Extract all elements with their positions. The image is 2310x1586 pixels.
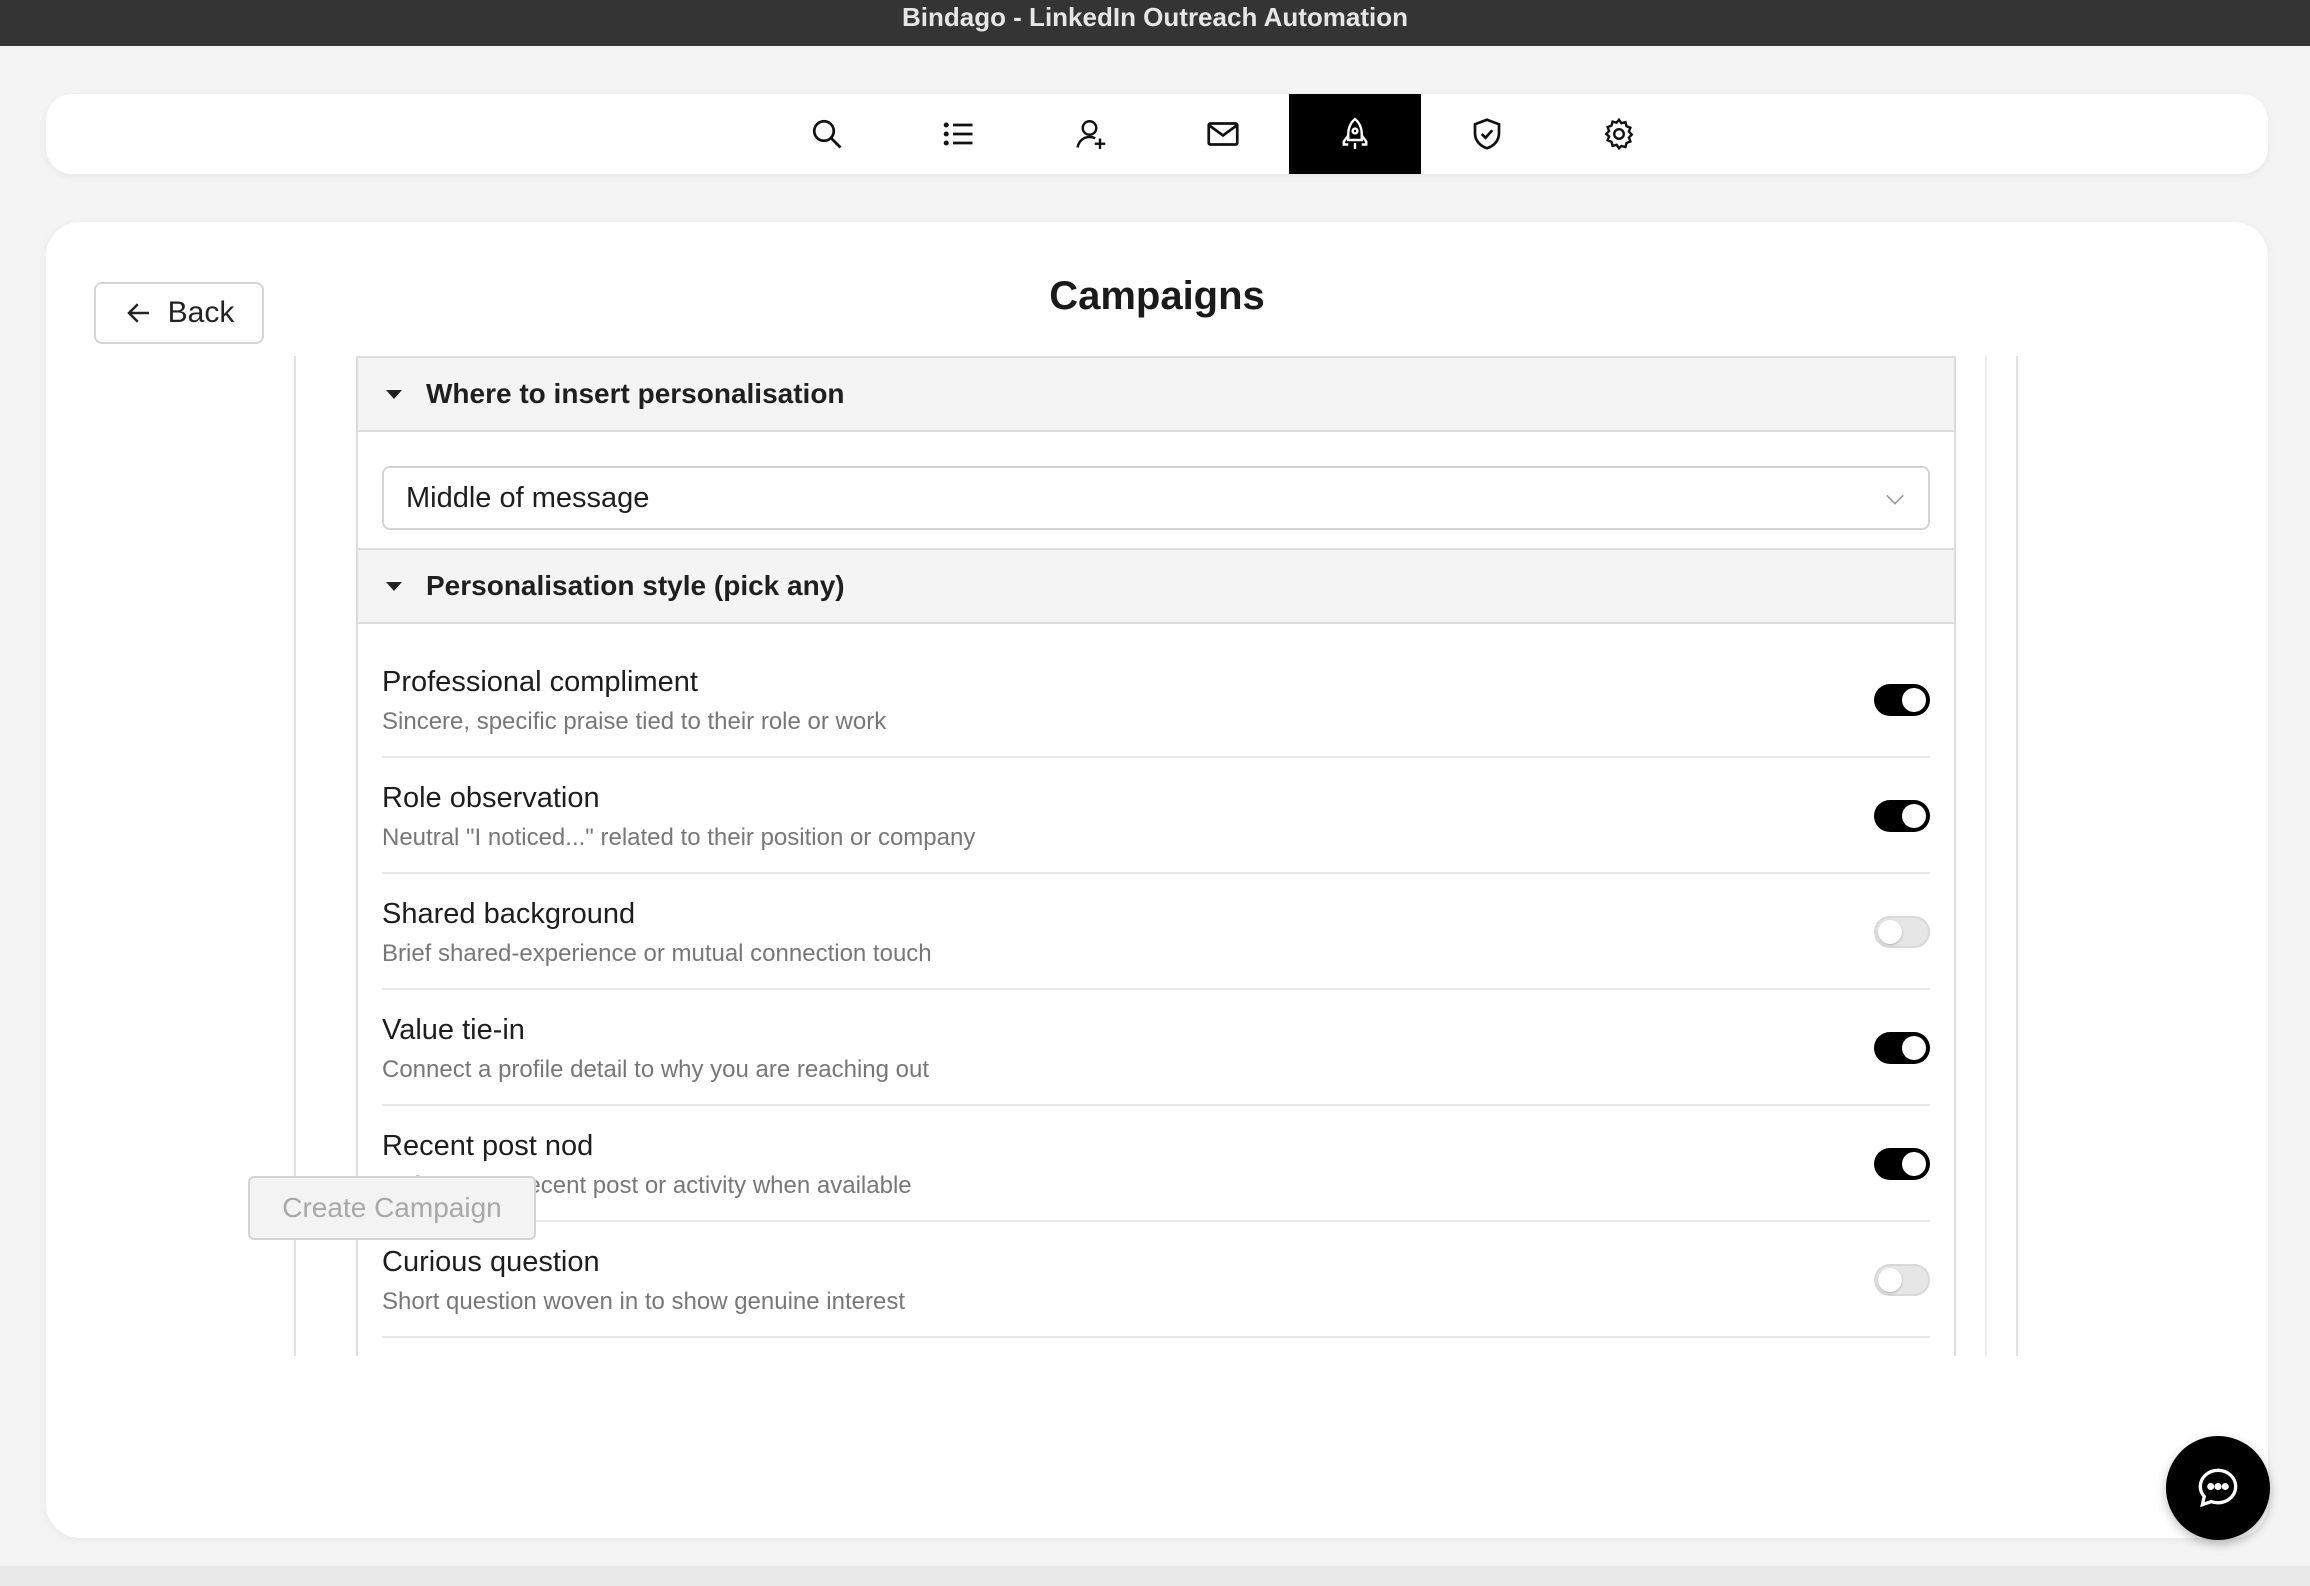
toggle-knob (1902, 1036, 1926, 1060)
insert-section-title: Where to insert personalisation (426, 378, 845, 409)
style-section-header[interactable]: Personalisation style (pick any) (358, 548, 1954, 624)
rocket-icon (1342, 117, 1368, 149)
toggle-knob (1902, 1152, 1926, 1176)
option-recent-post-nod: Recent post nod Reference a recent post … (382, 1106, 1930, 1222)
insert-section-header[interactable]: Where to insert personalisation (358, 356, 1954, 432)
list-icon (943, 122, 973, 146)
caret-down-icon (386, 581, 402, 591)
option-label: Recent post nod (382, 1130, 594, 1162)
page-title: Campaigns (1049, 274, 1265, 318)
option-curious-question: Curious question Short question woven in… (382, 1222, 1930, 1338)
option-description: Sincere, specific praise tied to their r… (382, 708, 887, 735)
chat-bubble-icon (2198, 1468, 2238, 1508)
toggle-switch[interactable] (1874, 1032, 1930, 1064)
option-value-tie-in: Value tie-in Connect a profile detail to… (382, 990, 1930, 1106)
campaign-form-scroll-area[interactable]: Where to insert personalisation Middle o… (294, 356, 2018, 1356)
option-description: Connect a profile detail to why you are … (382, 1056, 929, 1083)
personalisation-panel: Where to insert personalisation Middle o… (356, 356, 1956, 1356)
nav-search[interactable] (761, 94, 893, 174)
option-label: Value tie-in (382, 1014, 525, 1046)
divider (1985, 356, 1987, 1356)
main-card: Back Campaigns Where to insert personali… (46, 222, 2268, 1538)
toggle-switch[interactable] (1874, 800, 1930, 832)
option-description: Neutral "I noticed..." related to their … (382, 824, 976, 851)
option-description: Short question woven in to show genuine … (382, 1288, 905, 1315)
search-icon (812, 119, 842, 149)
create-campaign-button[interactable]: Create Campaign (248, 1176, 536, 1240)
option-label: Professional compliment (382, 666, 698, 698)
add-person-icon (1076, 120, 1106, 149)
option-shared-background: Shared background Brief shared-experienc… (382, 874, 1930, 990)
toggle-switch[interactable] (1874, 1264, 1930, 1296)
nav-settings[interactable] (1553, 94, 1685, 174)
toggle-knob (1878, 920, 1902, 944)
shield-check-icon (1473, 118, 1501, 150)
style-section-title: Personalisation style (pick any) (426, 570, 845, 601)
mail-icon (1207, 122, 1239, 146)
caret-down-icon (386, 389, 402, 399)
bottom-edge (0, 1566, 2310, 1586)
toggle-switch[interactable] (1874, 916, 1930, 948)
chat-support-button[interactable] (2166, 1436, 2270, 1540)
option-label: Role observation (382, 782, 600, 814)
option-description: Brief shared-experience or mutual connec… (382, 940, 932, 967)
nav-add-leads[interactable] (1025, 94, 1157, 174)
gear-icon (1604, 117, 1634, 151)
nav-safety[interactable] (1421, 94, 1553, 174)
toggle-knob (1902, 688, 1926, 712)
toggle-switch[interactable] (1874, 684, 1930, 716)
top-navigation (46, 94, 2268, 174)
divider (2016, 356, 2018, 1356)
window-title-bar: Bindago - LinkedIn Outreach Automation (0, 0, 2310, 46)
toggle-knob (1902, 804, 1926, 828)
nav-messages[interactable] (1157, 94, 1289, 174)
option-professional-compliment: Professional compliment Sincere, specifi… (382, 642, 1930, 758)
create-campaign-label: Create Campaign (282, 1192, 502, 1223)
chevron-down-icon (1886, 494, 1904, 505)
nav-campaigns[interactable] (1289, 94, 1421, 174)
option-role-observation: Role observation Neutral "I noticed..." … (382, 758, 1930, 874)
insert-position-value: Middle of message (406, 481, 650, 514)
nav-lists[interactable] (893, 94, 1025, 174)
window-title: Bindago - LinkedIn Outreach Automation (901, 2, 1409, 32)
option-label: Curious question (382, 1246, 600, 1278)
toggle-knob (1878, 1268, 1902, 1292)
toggle-switch[interactable] (1874, 1148, 1930, 1180)
insert-position-select[interactable]: Middle of message (382, 466, 1930, 530)
option-label: Shared background (382, 898, 636, 930)
